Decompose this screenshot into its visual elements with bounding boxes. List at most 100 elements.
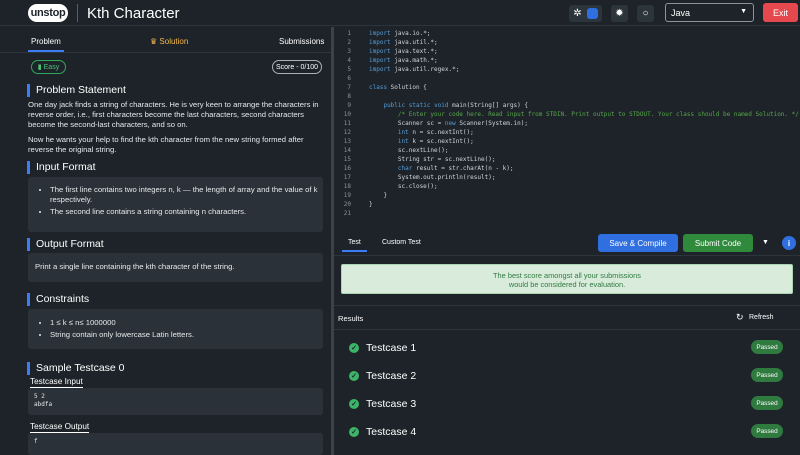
language-select[interactable]: Java ▼ [665, 3, 754, 22]
problem-panel: Problem ♛ Solution Submissions ▮ Easy Sc… [0, 27, 331, 455]
line-number: 18 [343, 183, 351, 190]
line-number: 7 [347, 84, 351, 91]
testcase-output-label: Testcase Output [30, 422, 90, 433]
input-format-item: The second line contains a string contai… [50, 207, 323, 217]
notice-line-1: The best score amongst all your submissi… [493, 271, 641, 280]
problem-statement-paragraph-1: One day jack finds a string of character… [28, 100, 319, 129]
exit-button[interactable]: Exit [763, 3, 798, 22]
signal-icon: ▮ [37, 64, 42, 71]
code-text: import java.util.*; [369, 39, 438, 46]
submit-code-button[interactable]: Submit Code [683, 234, 753, 252]
testcase-row[interactable]: ✓ Testcase 2 Passed [334, 363, 800, 390]
chevron-down-icon[interactable]: ▼ [762, 239, 769, 246]
results-header: Results ↻ Refresh [334, 305, 800, 330]
page-title: Kth Character [87, 5, 180, 22]
testcase-row[interactable]: ✓ Testcase 4 Passed [334, 419, 800, 446]
unstop-logo[interactable]: unstop [28, 4, 68, 22]
status-badge: Passed [751, 340, 783, 354]
code-text: import java.io.*; [369, 30, 431, 37]
tab-solution[interactable]: ♛ Solution [150, 37, 188, 46]
input-format-heading: Input Format [27, 161, 96, 174]
code-text: public static void main(String[] args) { [383, 102, 529, 109]
tab-problem[interactable]: Problem [28, 37, 64, 52]
chevron-down-icon: ▼ [740, 8, 747, 15]
tab-solution-label: Solution [159, 37, 189, 46]
results-title: Results [338, 314, 364, 323]
code-text: Scanner sc = new Scanner(System.in); [369, 120, 528, 127]
input-format-box: The first line contains two integers n, … [28, 177, 323, 232]
info-icon[interactable]: i [782, 236, 796, 250]
testcase-label: Testcase 4 [366, 426, 417, 438]
check-icon: ✓ [349, 399, 359, 409]
save-compile-button[interactable]: Save & Compile [598, 234, 678, 252]
constraint-item: String contain only lowercase Latin lett… [50, 330, 323, 340]
line-number: 19 [343, 192, 351, 199]
evaluation-notice: The best score amongst all your submissi… [341, 264, 793, 294]
lightbulb-icon[interactable]: ○ [637, 5, 654, 22]
testcase-output-box: f [28, 433, 323, 455]
code-text: } [369, 192, 388, 199]
bug-icon[interactable]: ✹ [611, 5, 628, 22]
testcase-row[interactable]: ✓ Testcase 1 Passed [334, 335, 800, 362]
line-number: 10 [343, 111, 351, 118]
line-number: 16 [343, 165, 351, 172]
check-icon: ✓ [349, 427, 359, 437]
line-number: 14 [343, 147, 351, 154]
constraints-box: 1 ≤ k ≤ n≤ 1000000 String contain only l… [28, 309, 323, 349]
line-number: 9 [347, 102, 351, 109]
code-text: class Solution { [369, 84, 427, 91]
code-text: } [369, 201, 373, 208]
line-number: 2 [347, 39, 351, 46]
testcase-input-line: 5 2 [34, 393, 45, 400]
line-number: 20 [343, 201, 351, 208]
constraint-item: 1 ≤ k ≤ n≤ 1000000 [50, 318, 323, 328]
testcase-input-box: 5 2 abdfa [28, 388, 323, 415]
testcase-row[interactable]: ✓ Testcase 3 Passed [334, 391, 800, 418]
toggle-knob [586, 8, 598, 19]
code-editor[interactable]: 1 import java.io.*; 2 import java.util.*; 3 i… [334, 27, 800, 231]
code-text: sc.close(); [369, 183, 438, 190]
code-text: System.out.println(result); [369, 174, 496, 181]
code-text: import java.text.*; [369, 48, 438, 55]
tab-submissions[interactable]: Submissions [279, 37, 324, 46]
output-format-box: Print a single line containing the kth c… [28, 253, 323, 282]
output-format-text: Print a single line containing the kth c… [35, 262, 235, 271]
constraints-heading: Constraints [27, 293, 89, 306]
line-number: 4 [347, 57, 351, 64]
line-number: 3 [347, 48, 351, 55]
score-badge: Score - 0/100 [272, 60, 322, 74]
status-badge: Passed [751, 396, 783, 410]
output-format-heading: Output Format [27, 238, 104, 251]
line-number: 6 [347, 75, 351, 82]
difficulty-badge: ▮ Easy [31, 60, 66, 74]
refresh-button[interactable]: Refresh [749, 314, 774, 321]
run-panel: Test Custom Test Save & Compile Submit C… [334, 231, 800, 455]
input-format-item: The first line contains two integers n, … [50, 185, 323, 205]
top-bar: unstop Kth Character ✲ ✹ ○ Java ▼ Exit [0, 0, 800, 26]
code-text: int n = sc.nextInt(); [397, 129, 474, 136]
check-icon: ✓ [349, 343, 359, 353]
line-number: 13 [343, 138, 351, 145]
line-number: 15 [343, 156, 351, 163]
line-number: 12 [343, 129, 351, 136]
line-number: 1 [347, 30, 351, 37]
language-value: Java [671, 7, 691, 18]
tab-custom-test[interactable]: Custom Test [382, 239, 421, 246]
testcase-label: Testcase 1 [366, 342, 417, 354]
code-text: String str = sc.nextLine(); [369, 156, 496, 163]
refresh-icon[interactable]: ↻ [736, 312, 744, 323]
crown-icon: ♛ [150, 37, 158, 46]
line-number: 8 [347, 93, 351, 100]
code-text: import java.math.*; [369, 57, 438, 64]
header-divider [77, 4, 78, 22]
line-number: 5 [347, 66, 351, 73]
testcase-input-label: Testcase Input [30, 377, 83, 388]
code-text: /* Enter your code here. Read input from… [369, 111, 799, 118]
testcase-input-line: abdfa [34, 401, 53, 408]
status-badge: Passed [751, 424, 783, 438]
sun-icon: ✲ [573, 8, 582, 19]
check-icon: ✓ [349, 371, 359, 381]
code-text: sc.nextLine(); [369, 147, 449, 154]
tab-test[interactable]: Test [342, 239, 367, 252]
theme-toggle[interactable]: ✲ [569, 5, 602, 22]
